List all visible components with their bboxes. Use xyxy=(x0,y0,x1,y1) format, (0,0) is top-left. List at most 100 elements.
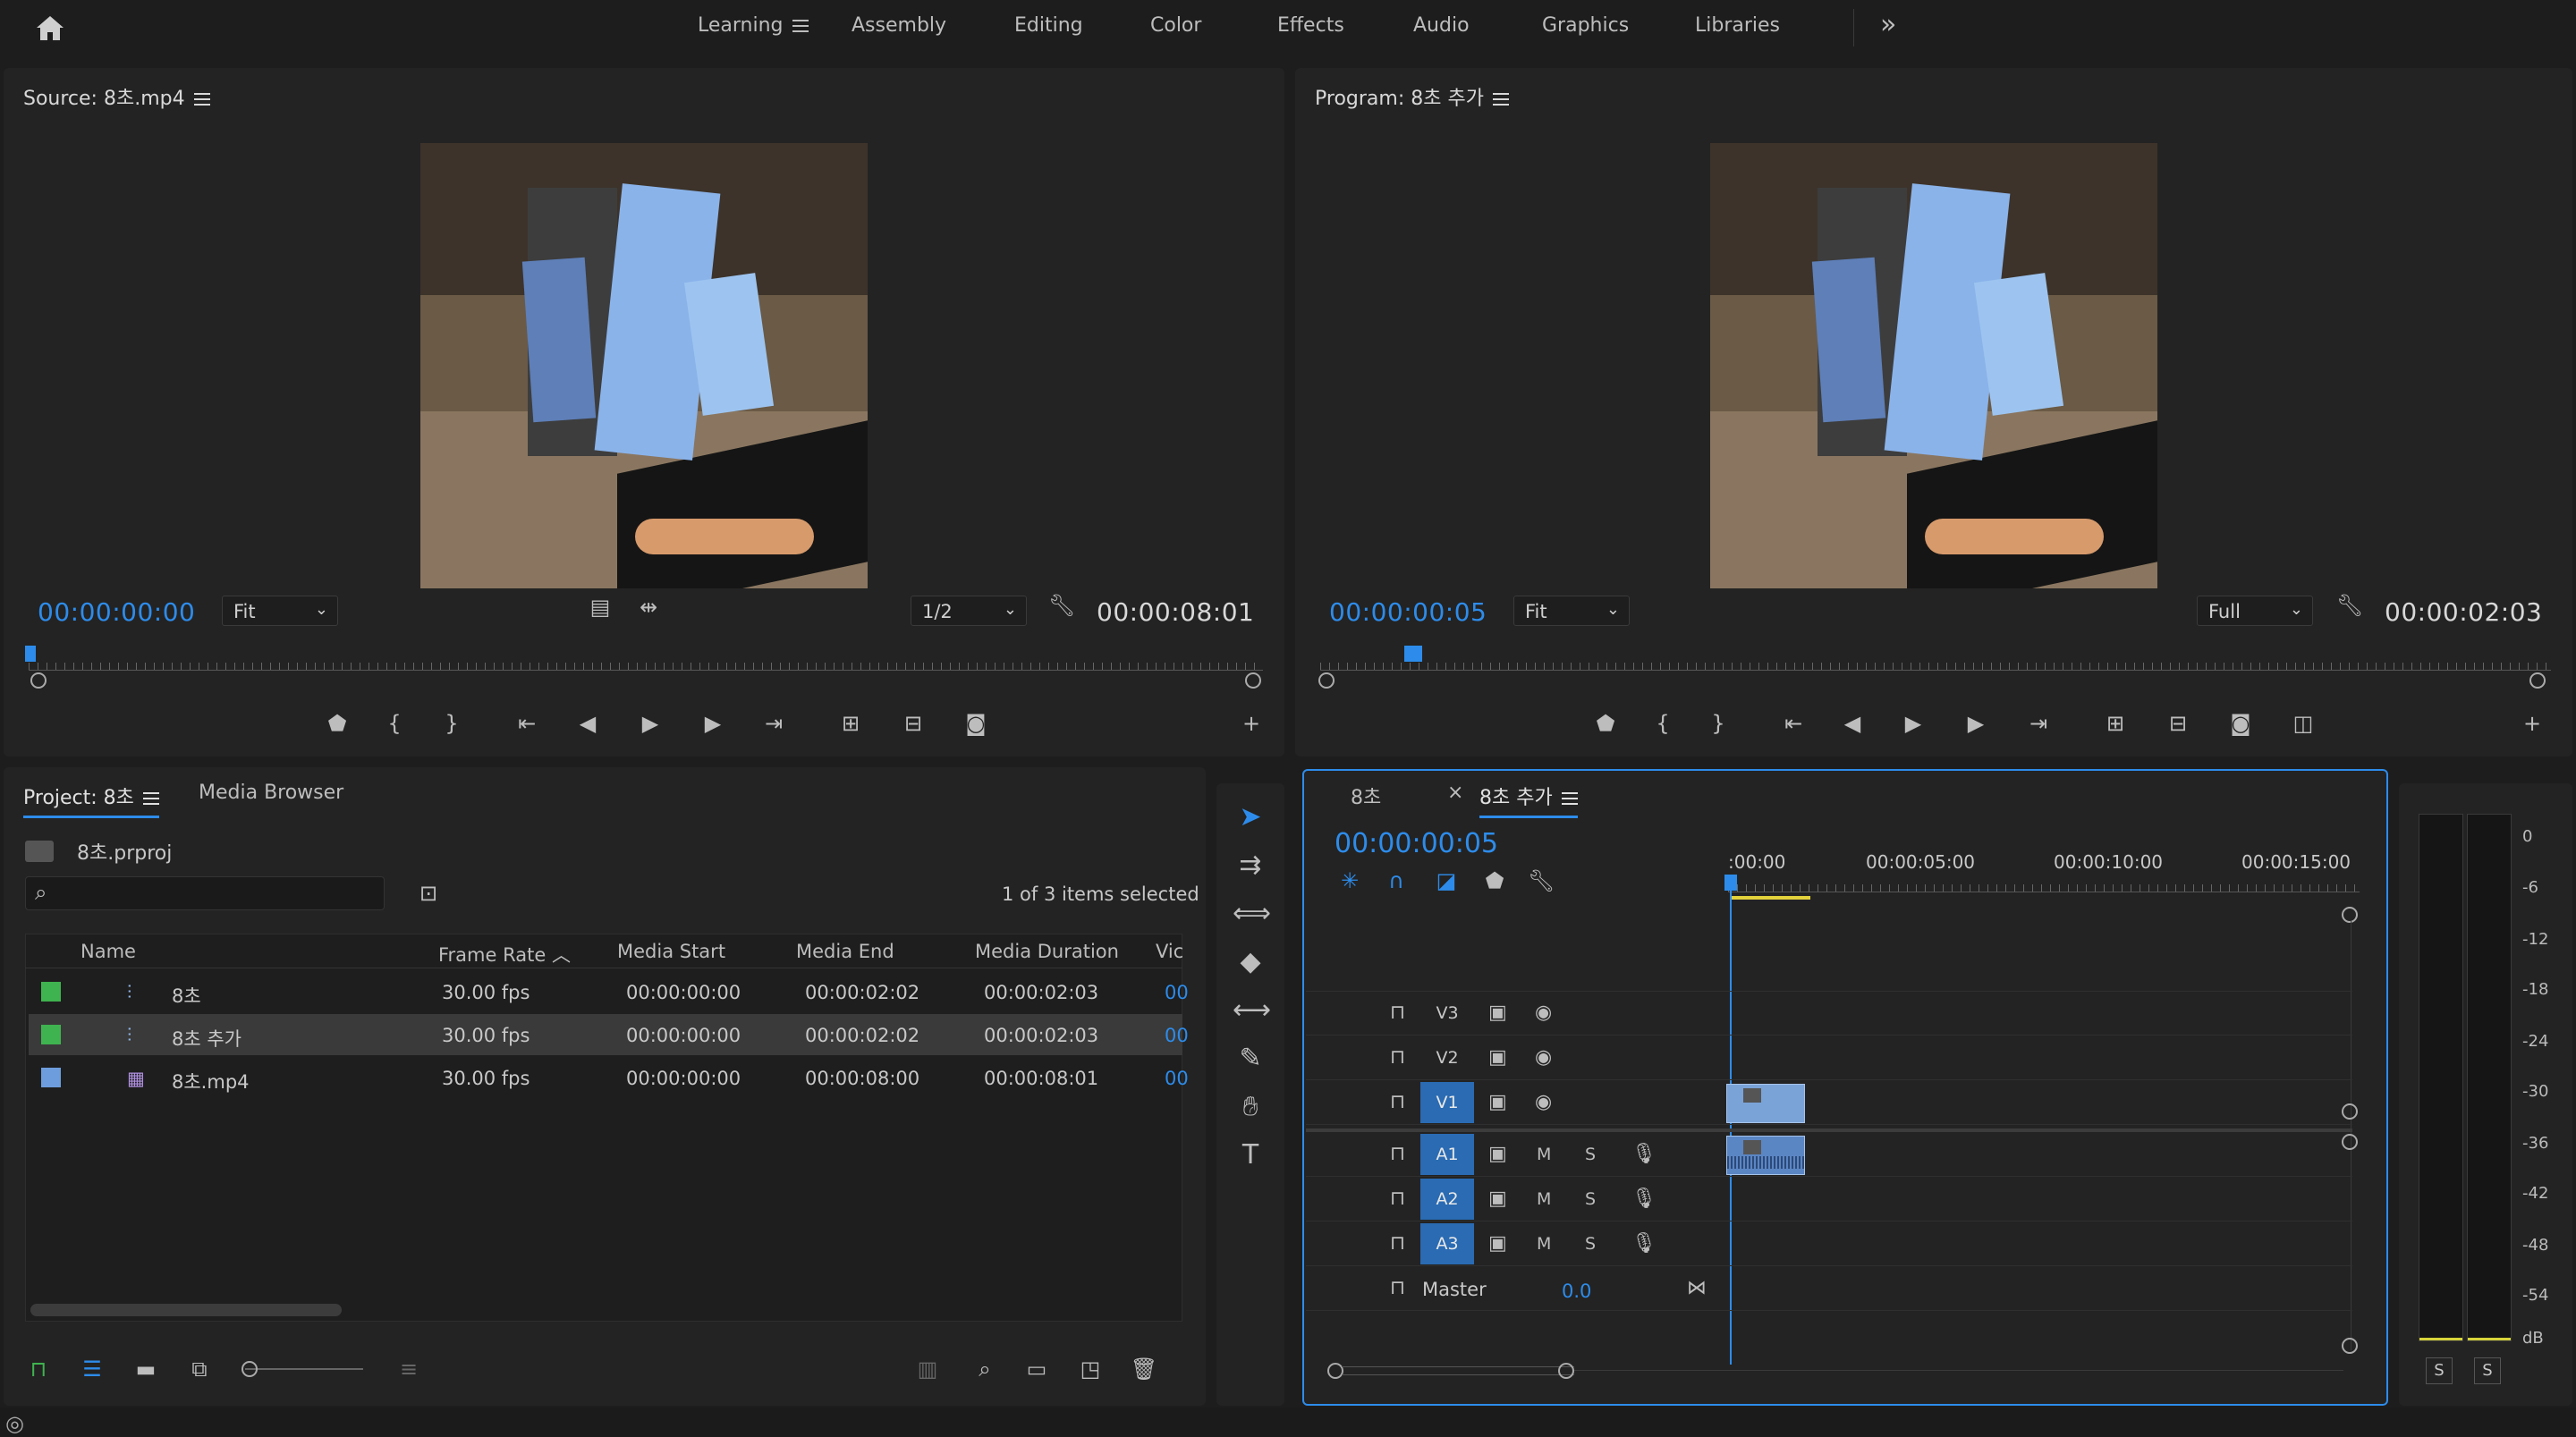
camera-icon[interactable]: ◙ xyxy=(961,708,991,739)
add-button-icon[interactable]: + xyxy=(1236,708,1267,739)
zoom-slider[interactable] xyxy=(242,1361,363,1377)
program-timecode[interactable]: 00:00:00:05 xyxy=(1329,597,1487,627)
track-label-v1[interactable]: V1 xyxy=(1420,1082,1474,1123)
work-area-bar[interactable] xyxy=(1730,896,1810,900)
column-name[interactable]: Name xyxy=(80,941,136,962)
tab-libraries[interactable]: Libraries xyxy=(1695,14,1780,37)
label-color[interactable] xyxy=(41,1025,61,1044)
selection-tool-icon[interactable]: ➤ xyxy=(1233,801,1268,833)
overwrite-icon[interactable]: ⊟ xyxy=(898,708,928,739)
tab-graphics[interactable]: Graphics xyxy=(1542,14,1629,37)
insert-icon[interactable]: ⊞ xyxy=(835,708,866,739)
program-playhead[interactable] xyxy=(1404,646,1422,662)
mute-button[interactable]: M xyxy=(1537,1189,1551,1209)
list-view-icon[interactable]: ☰ xyxy=(77,1354,107,1384)
lock-icon[interactable]: ⊓ xyxy=(1390,1046,1405,1069)
lock-icon[interactable]: ⊓ xyxy=(23,1354,54,1384)
column-video[interactable]: Vic xyxy=(1156,941,1183,962)
drag-video-audio-icon[interactable]: ⇹ xyxy=(633,592,664,622)
microphone-icon[interactable]: 🎙︎ xyxy=(1631,1143,1657,1165)
column-media-duration[interactable]: Media Duration xyxy=(975,941,1119,962)
label-color[interactable] xyxy=(41,982,61,1002)
settings-icon[interactable]: ▤ xyxy=(585,592,615,622)
lock-icon[interactable]: ⊓ xyxy=(1390,1091,1405,1113)
add-marker-icon[interactable]: ⬟ xyxy=(1479,866,1510,896)
track-label-a2[interactable]: A2 xyxy=(1420,1179,1474,1220)
mark-in-icon[interactable]: { xyxy=(1648,708,1678,739)
search-input[interactable]: ⌕ xyxy=(25,876,385,910)
trash-icon[interactable]: 🗑︎ xyxy=(1129,1354,1159,1384)
add-marker-icon[interactable]: ⬟ xyxy=(322,708,352,739)
eye-icon[interactable]: ◉ xyxy=(1535,1091,1552,1113)
horizontal-scrollbar[interactable] xyxy=(30,1304,342,1316)
slip-tool-icon[interactable]: ⟷ xyxy=(1233,994,1271,1026)
track-label-v2[interactable]: V2 xyxy=(1420,1037,1474,1078)
column-media-end[interactable]: Media End xyxy=(796,941,894,962)
lock-icon[interactable]: ⊓ xyxy=(1390,1002,1405,1024)
menu-icon[interactable] xyxy=(1492,93,1509,106)
track-label-a3[interactable]: A3 xyxy=(1420,1223,1474,1264)
mute-button[interactable]: M xyxy=(1537,1145,1551,1164)
play-icon[interactable]: ▶︎ xyxy=(635,708,665,739)
tab-audio[interactable]: Audio xyxy=(1413,14,1470,37)
tab-learning[interactable]: Learning xyxy=(698,14,809,37)
track-label-v3[interactable]: V3 xyxy=(1420,993,1474,1034)
tab-sequence-8cho-add[interactable]: 8초 추가 xyxy=(1479,782,1578,818)
pen-tool-icon[interactable]: ✎ xyxy=(1233,1043,1268,1074)
microphone-icon[interactable]: 🎙︎ xyxy=(1631,1188,1657,1210)
wrench-icon[interactable]: 🔧︎ xyxy=(2334,590,2365,621)
close-icon[interactable]: × xyxy=(1447,782,1463,804)
lift-icon[interactable]: ⊞ xyxy=(2100,708,2131,739)
automate-to-sequence-icon[interactable]: ▥ xyxy=(912,1354,943,1384)
lock-icon[interactable]: ⊓ xyxy=(1390,1188,1405,1210)
add-button-icon[interactable]: + xyxy=(2517,708,2547,739)
eye-icon[interactable]: ◉ xyxy=(1535,1046,1552,1069)
step-forward-icon[interactable]: ▶︎ xyxy=(698,708,728,739)
menu-icon[interactable] xyxy=(1561,792,1578,805)
mute-button[interactable]: M xyxy=(1537,1234,1551,1254)
solo-button[interactable]: S xyxy=(1585,1145,1596,1164)
play-icon[interactable]: ▶︎ xyxy=(1898,708,1928,739)
column-frame-rate[interactable]: Frame Rate ︿ xyxy=(438,941,571,968)
zoom-handle-left[interactable] xyxy=(1318,672,1335,689)
table-row[interactable]: ⫶ 8초 30.00 fps 00:00:00:00 00:00:02:02 0… xyxy=(29,971,1189,1012)
lock-icon[interactable]: ⊓ xyxy=(1390,1143,1405,1165)
nest-toggle-icon[interactable]: ✳ xyxy=(1335,866,1365,896)
program-time-ruler[interactable] xyxy=(1320,647,2551,671)
eye-icon[interactable]: ◉ xyxy=(1535,1002,1552,1024)
new-bin-from-search-icon[interactable]: ⊡ xyxy=(413,878,444,909)
menu-icon[interactable] xyxy=(142,792,159,805)
solo-button[interactable]: S xyxy=(1585,1234,1596,1254)
program-title[interactable]: Program: 8초 추가 xyxy=(1315,82,1509,111)
solo-button[interactable]: S xyxy=(1585,1189,1596,1209)
go-to-out-icon[interactable]: ⇥ xyxy=(758,708,789,739)
creative-cloud-icon[interactable]: ◎ xyxy=(5,1411,24,1436)
home-icon[interactable] xyxy=(34,13,66,43)
type-tool-icon[interactable]: T xyxy=(1233,1139,1268,1171)
tab-effects[interactable]: Effects xyxy=(1277,14,1344,37)
camera-icon[interactable]: ◙ xyxy=(2225,708,2256,739)
tab-color[interactable]: Color xyxy=(1150,14,1201,37)
lock-icon[interactable]: ⊓ xyxy=(1390,1232,1405,1255)
source-timecode[interactable]: 00:00:00:00 xyxy=(38,597,195,627)
comparison-view-icon[interactable]: ◫ xyxy=(2288,708,2318,739)
go-to-in-icon[interactable]: ⇤ xyxy=(512,708,542,739)
timeline-ruler[interactable] xyxy=(1728,873,2360,892)
freeform-view-icon[interactable]: ⧉ xyxy=(184,1354,215,1384)
source-time-ruler[interactable] xyxy=(29,647,1263,671)
wrench-icon[interactable]: 🔧︎ xyxy=(1046,590,1077,621)
zoom-slider-handle[interactable] xyxy=(242,1361,258,1377)
source-resolution-select[interactable]: 1/2 ⌄ xyxy=(911,596,1027,626)
vscroll-bottom[interactable] xyxy=(2342,1338,2358,1354)
source-playhead[interactable] xyxy=(25,646,36,662)
go-to-end-icon[interactable]: ⋈ xyxy=(1687,1277,1707,1299)
ripple-edit-tool-icon[interactable]: ⟺ xyxy=(1233,898,1271,929)
zoom-handle-left[interactable] xyxy=(30,672,47,689)
step-forward-icon[interactable]: ▶︎ xyxy=(1961,708,1991,739)
tab-project[interactable]: Project: 8초 xyxy=(23,782,159,818)
more-workspaces-button[interactable]: » xyxy=(1880,9,1896,40)
hscroll-bar[interactable] xyxy=(1342,1366,1574,1375)
source-title[interactable]: Source: 8초.mp4 xyxy=(23,82,210,111)
mark-out-icon[interactable]: } xyxy=(1703,708,1733,739)
film-icon[interactable]: ▣ xyxy=(1488,1046,1507,1069)
